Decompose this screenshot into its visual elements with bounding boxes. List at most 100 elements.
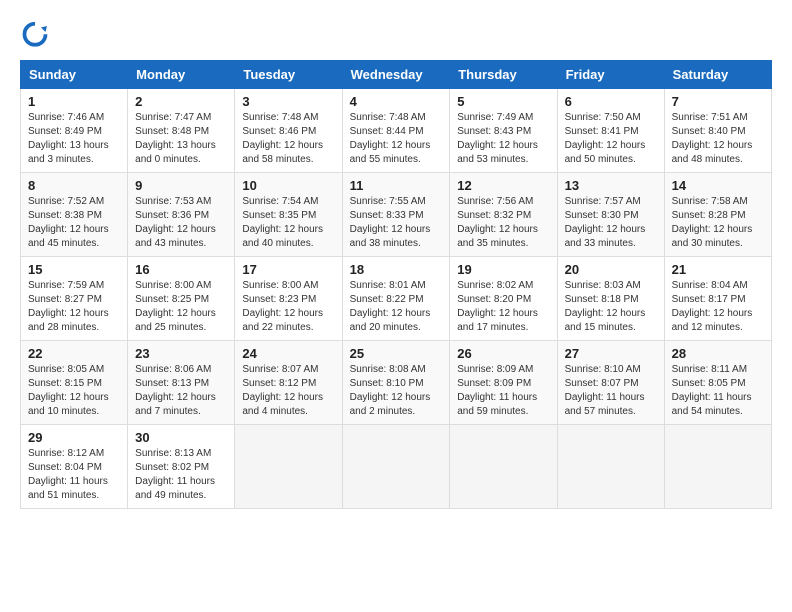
calendar-week-5: 29 Sunrise: 8:12 AM Sunset: 8:04 PM Dayli… (21, 425, 772, 509)
day-number: 3 (242, 94, 334, 109)
day-header-sunday: Sunday (21, 61, 128, 89)
day-content: Sunrise: 8:04 AM Sunset: 8:17 PM Dayligh… (672, 279, 764, 335)
day-content: Sunrise: 7:48 AM Sunset: 8:46 PM Dayligh… (242, 111, 334, 167)
day-number: 2 (135, 94, 227, 109)
calendar-cell: 20 Sunrise: 8:03 AM Sunset: 8:18 PM Dayli… (557, 257, 664, 341)
logo (20, 20, 54, 50)
calendar-cell: 5 Sunrise: 7:49 AM Sunset: 8:43 PM Daylig… (450, 89, 557, 173)
calendar-cell: 22 Sunrise: 8:05 AM Sunset: 8:15 PM Dayli… (21, 341, 128, 425)
day-number: 17 (242, 262, 334, 277)
day-number: 9 (135, 178, 227, 193)
calendar-cell: 13 Sunrise: 7:57 AM Sunset: 8:30 PM Dayli… (557, 173, 664, 257)
calendar-week-4: 22 Sunrise: 8:05 AM Sunset: 8:15 PM Dayli… (21, 341, 772, 425)
page-header (20, 20, 772, 50)
day-number: 20 (565, 262, 657, 277)
day-content: Sunrise: 7:51 AM Sunset: 8:40 PM Dayligh… (672, 111, 764, 167)
day-content: Sunrise: 8:11 AM Sunset: 8:05 PM Dayligh… (672, 363, 764, 419)
day-content: Sunrise: 8:09 AM Sunset: 8:09 PM Dayligh… (457, 363, 549, 419)
calendar-week-3: 15 Sunrise: 7:59 AM Sunset: 8:27 PM Dayli… (21, 257, 772, 341)
day-number: 25 (350, 346, 443, 361)
day-number: 1 (28, 94, 120, 109)
day-content: Sunrise: 8:00 AM Sunset: 8:23 PM Dayligh… (242, 279, 334, 335)
day-content: Sunrise: 8:10 AM Sunset: 8:07 PM Dayligh… (565, 363, 657, 419)
day-content: Sunrise: 7:59 AM Sunset: 8:27 PM Dayligh… (28, 279, 120, 335)
calendar-cell (235, 425, 342, 509)
day-number: 15 (28, 262, 120, 277)
calendar-cell: 7 Sunrise: 7:51 AM Sunset: 8:40 PM Daylig… (664, 89, 771, 173)
day-header-tuesday: Tuesday (235, 61, 342, 89)
day-number: 7 (672, 94, 764, 109)
day-content: Sunrise: 8:06 AM Sunset: 8:13 PM Dayligh… (135, 363, 227, 419)
calendar-cell: 21 Sunrise: 8:04 AM Sunset: 8:17 PM Dayli… (664, 257, 771, 341)
day-number: 16 (135, 262, 227, 277)
day-number: 19 (457, 262, 549, 277)
calendar-cell: 30 Sunrise: 8:13 AM Sunset: 8:02 PM Dayli… (128, 425, 235, 509)
day-number: 28 (672, 346, 764, 361)
calendar-cell (664, 425, 771, 509)
day-header-saturday: Saturday (664, 61, 771, 89)
day-number: 10 (242, 178, 334, 193)
calendar-cell: 28 Sunrise: 8:11 AM Sunset: 8:05 PM Dayli… (664, 341, 771, 425)
day-number: 5 (457, 94, 549, 109)
day-content: Sunrise: 7:52 AM Sunset: 8:38 PM Dayligh… (28, 195, 120, 251)
day-number: 12 (457, 178, 549, 193)
day-content: Sunrise: 8:03 AM Sunset: 8:18 PM Dayligh… (565, 279, 657, 335)
day-number: 22 (28, 346, 120, 361)
day-number: 29 (28, 430, 120, 445)
day-content: Sunrise: 7:53 AM Sunset: 8:36 PM Dayligh… (135, 195, 227, 251)
day-number: 23 (135, 346, 227, 361)
day-content: Sunrise: 8:13 AM Sunset: 8:02 PM Dayligh… (135, 447, 227, 503)
calendar-week-2: 8 Sunrise: 7:52 AM Sunset: 8:38 PM Daylig… (21, 173, 772, 257)
day-content: Sunrise: 8:02 AM Sunset: 8:20 PM Dayligh… (457, 279, 549, 335)
day-content: Sunrise: 7:55 AM Sunset: 8:33 PM Dayligh… (350, 195, 443, 251)
calendar-cell: 26 Sunrise: 8:09 AM Sunset: 8:09 PM Dayli… (450, 341, 557, 425)
calendar-cell: 23 Sunrise: 8:06 AM Sunset: 8:13 PM Dayli… (128, 341, 235, 425)
day-number: 26 (457, 346, 549, 361)
day-number: 13 (565, 178, 657, 193)
calendar-cell: 14 Sunrise: 7:58 AM Sunset: 8:28 PM Dayli… (664, 173, 771, 257)
calendar-cell: 17 Sunrise: 8:00 AM Sunset: 8:23 PM Dayli… (235, 257, 342, 341)
calendar-cell: 9 Sunrise: 7:53 AM Sunset: 8:36 PM Daylig… (128, 173, 235, 257)
day-content: Sunrise: 8:08 AM Sunset: 8:10 PM Dayligh… (350, 363, 443, 419)
calendar-week-1: 1 Sunrise: 7:46 AM Sunset: 8:49 PM Daylig… (21, 89, 772, 173)
calendar-cell: 2 Sunrise: 7:47 AM Sunset: 8:48 PM Daylig… (128, 89, 235, 173)
day-content: Sunrise: 7:46 AM Sunset: 8:49 PM Dayligh… (28, 111, 120, 167)
day-number: 30 (135, 430, 227, 445)
day-content: Sunrise: 8:12 AM Sunset: 8:04 PM Dayligh… (28, 447, 120, 503)
calendar-cell: 25 Sunrise: 8:08 AM Sunset: 8:10 PM Dayli… (342, 341, 450, 425)
calendar-cell: 6 Sunrise: 7:50 AM Sunset: 8:41 PM Daylig… (557, 89, 664, 173)
calendar-cell: 27Sunrise: 8:10 AM Sunset: 8:07 PM Dayli… (557, 341, 664, 425)
day-number: 4 (350, 94, 443, 109)
day-content: Sunrise: 7:58 AM Sunset: 8:28 PM Dayligh… (672, 195, 764, 251)
calendar-cell (557, 425, 664, 509)
day-number: 24 (242, 346, 334, 361)
day-content: Sunrise: 8:05 AM Sunset: 8:15 PM Dayligh… (28, 363, 120, 419)
calendar-cell (450, 425, 557, 509)
day-number: 8 (28, 178, 120, 193)
calendar-cell: 16 Sunrise: 8:00 AM Sunset: 8:25 PM Dayli… (128, 257, 235, 341)
day-header-wednesday: Wednesday (342, 61, 450, 89)
calendar-cell: 3 Sunrise: 7:48 AM Sunset: 8:46 PM Daylig… (235, 89, 342, 173)
calendar-cell: 11Sunrise: 7:55 AM Sunset: 8:33 PM Dayli… (342, 173, 450, 257)
day-content: Sunrise: 8:07 AM Sunset: 8:12 PM Dayligh… (242, 363, 334, 419)
day-number: 6 (565, 94, 657, 109)
day-content: Sunrise: 7:56 AM Sunset: 8:32 PM Dayligh… (457, 195, 549, 251)
day-number: 18 (350, 262, 443, 277)
calendar-cell: 29 Sunrise: 8:12 AM Sunset: 8:04 PM Dayli… (21, 425, 128, 509)
calendar-cell: 10Sunrise: 7:54 AM Sunset: 8:35 PM Dayli… (235, 173, 342, 257)
logo-icon (20, 20, 50, 50)
day-content: Sunrise: 7:49 AM Sunset: 8:43 PM Dayligh… (457, 111, 549, 167)
calendar-cell: 12 Sunrise: 7:56 AM Sunset: 8:32 PM Dayli… (450, 173, 557, 257)
calendar-cell: 8 Sunrise: 7:52 AM Sunset: 8:38 PM Daylig… (21, 173, 128, 257)
day-content: Sunrise: 7:47 AM Sunset: 8:48 PM Dayligh… (135, 111, 227, 167)
day-number: 14 (672, 178, 764, 193)
day-content: Sunrise: 7:50 AM Sunset: 8:41 PM Dayligh… (565, 111, 657, 167)
day-number: 21 (672, 262, 764, 277)
calendar-cell: 24 Sunrise: 8:07 AM Sunset: 8:12 PM Dayli… (235, 341, 342, 425)
day-content: Sunrise: 8:00 AM Sunset: 8:25 PM Dayligh… (135, 279, 227, 335)
day-content: Sunrise: 7:57 AM Sunset: 8:30 PM Dayligh… (565, 195, 657, 251)
calendar-cell: 15 Sunrise: 7:59 AM Sunset: 8:27 PM Dayli… (21, 257, 128, 341)
calendar-table: SundayMondayTuesdayWednesdayThursdayFrid… (20, 60, 772, 509)
day-header-friday: Friday (557, 61, 664, 89)
day-header-thursday: Thursday (450, 61, 557, 89)
